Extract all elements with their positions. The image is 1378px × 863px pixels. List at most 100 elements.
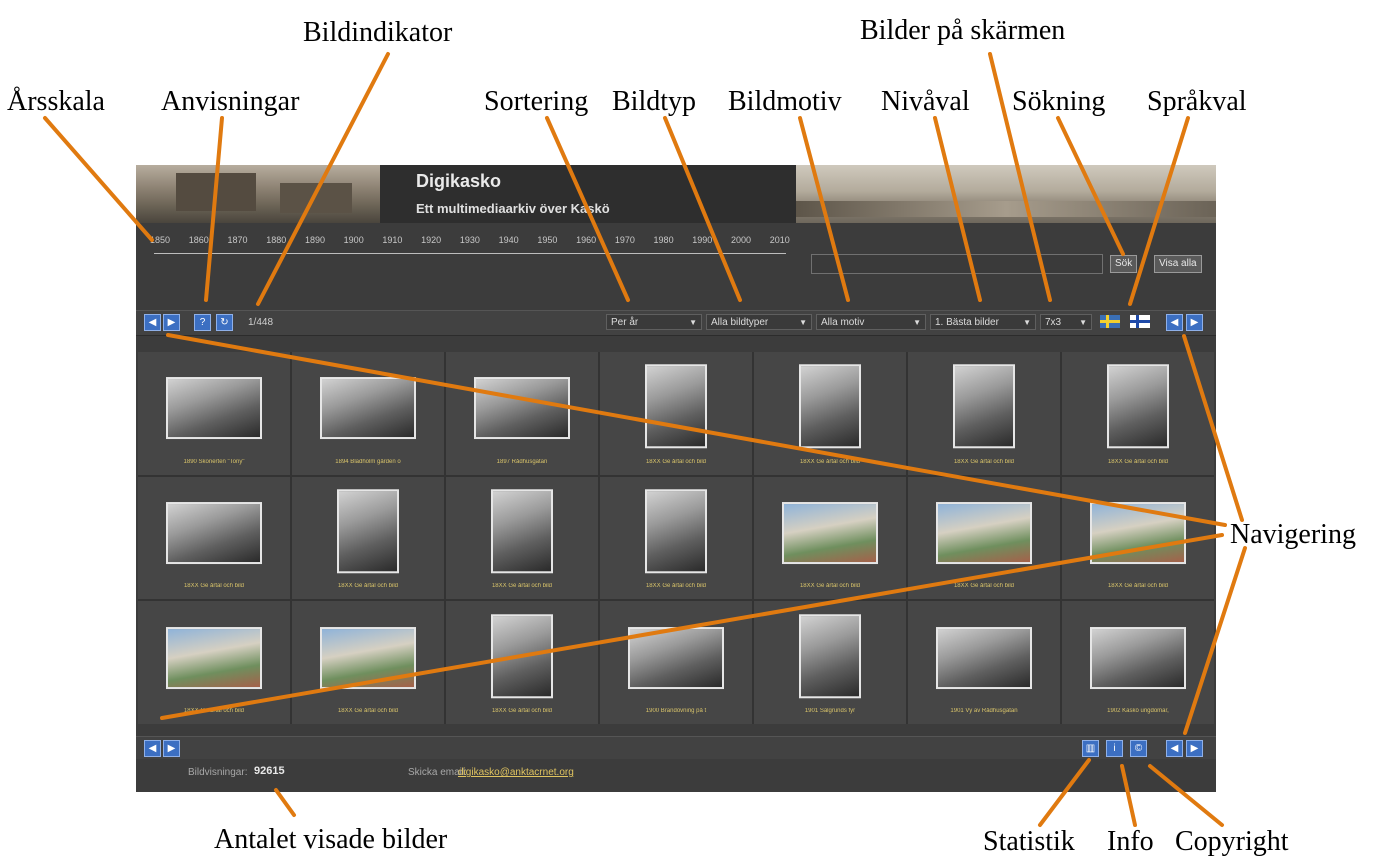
prev-arrow-icon[interactable]: ◀ — [1166, 740, 1183, 757]
thumbnail-cell[interactable]: 1894 Bladholm gården o — [292, 352, 444, 475]
thumbnail-image[interactable] — [1090, 502, 1186, 565]
year-label[interactable]: 1950 — [537, 235, 557, 245]
thumbnail-cell[interactable]: 1890 Skonerten "Tony" — [138, 352, 290, 475]
year-label[interactable]: 1880 — [266, 235, 286, 245]
year-label[interactable]: 2010 — [770, 235, 790, 245]
next-arrow-icon[interactable]: ▶ — [1186, 740, 1203, 757]
swedish-flag-icon[interactable] — [1100, 315, 1120, 328]
thumbnail-cell[interactable]: 18XX Ge årtal och bild — [292, 476, 444, 600]
thumbnail-caption: 1902 Kaskö ungdomar, — [1107, 707, 1169, 714]
chevron-down-icon: ▼ — [689, 318, 697, 327]
thumbnail-image[interactable] — [936, 626, 1032, 689]
thumbnail-image[interactable] — [166, 377, 262, 440]
thumbnail-image[interactable] — [953, 364, 1015, 449]
thumbnail-cell[interactable]: 1897 Rådhusgatan — [446, 352, 598, 475]
info-icon[interactable]: i — [1106, 740, 1123, 757]
thumbnail-image[interactable] — [1107, 364, 1169, 449]
prev-arrow-icon[interactable]: ◀ — [144, 740, 161, 757]
thumbnail-image[interactable] — [474, 377, 570, 440]
year-label[interactable]: 1930 — [460, 235, 480, 245]
thumbnail-image[interactable] — [166, 502, 262, 565]
year-label[interactable]: 1990 — [692, 235, 712, 245]
thumbnail-cell[interactable]: 18XX Ge årtal och bild — [908, 476, 1060, 600]
thumbnail-cell[interactable]: 18XX Ge årtal och bild — [446, 476, 598, 600]
thumbnail-cell[interactable]: 18XX Ge årtal och bild — [1062, 476, 1214, 600]
thumbnail-image[interactable] — [1090, 626, 1186, 689]
email-link[interactable]: digikasko@anktacrnet.org — [458, 767, 574, 778]
per-screen-select[interactable]: 7x3 ▼ — [1040, 314, 1092, 330]
year-label[interactable]: 2000 — [731, 235, 751, 245]
thumbnail-cell[interactable]: 1901 Vy av Rådhusgatan — [908, 601, 1060, 724]
year-label[interactable]: 1970 — [615, 235, 635, 245]
thumbnail-cell[interactable]: 18XX Ge årtal och bild — [446, 601, 598, 724]
thumbnail-cell[interactable]: 18XX Ge årtal och bild — [600, 352, 752, 475]
statistics-icon[interactable]: ▥ — [1082, 740, 1099, 757]
prev-arrow-icon[interactable]: ◀ — [1166, 314, 1183, 331]
thumbnail-cell[interactable]: 1901 Sälgrunds fyr — [754, 601, 906, 724]
thumbnail-image[interactable] — [337, 489, 399, 574]
year-label[interactable]: 1910 — [382, 235, 402, 245]
thumbnail-image[interactable] — [491, 613, 553, 698]
thumbnail-cell[interactable]: 18XX Ge årtal och bild — [138, 476, 290, 600]
motif-select[interactable]: Alla motiv ▼ — [816, 314, 926, 330]
year-label[interactable]: 1960 — [576, 235, 596, 245]
chevron-down-icon: ▼ — [1079, 318, 1087, 327]
thumbnail-image[interactable] — [645, 364, 707, 449]
year-label[interactable]: 1890 — [305, 235, 325, 245]
app-title: Digikasko — [416, 171, 502, 191]
thumbnail-caption: 1901 Vy av Rådhusgatan — [950, 707, 1018, 714]
year-label[interactable]: 1900 — [344, 235, 364, 245]
label-navigering: Navigering — [1230, 519, 1356, 550]
thumbnail-caption: 18XX Ge årtal och bild — [183, 707, 245, 714]
thumbnail-image[interactable] — [645, 489, 707, 574]
prev-arrow-icon[interactable]: ◀ — [144, 314, 161, 331]
thumbnail-cell[interactable]: 18XX Ge årtal och bild — [754, 352, 906, 475]
leader-antalet — [274, 788, 296, 817]
thumbnail-caption: 1894 Bladholm gården o — [335, 458, 401, 465]
label-sortering: Sortering — [484, 86, 589, 117]
year-label[interactable]: 1940 — [499, 235, 519, 245]
thumbnail-cell[interactable]: 1902 Kaskö ungdomar, — [1062, 601, 1214, 724]
thumbnail-caption: 18XX Ge årtal och bild — [953, 583, 1015, 590]
year-label[interactable]: 1860 — [189, 235, 209, 245]
year-label[interactable]: 1850 — [150, 235, 170, 245]
thumbnail-image[interactable] — [320, 626, 416, 689]
level-select[interactable]: 1. Bästa bilder ▼ — [930, 314, 1036, 330]
next-arrow-icon[interactable]: ▶ — [163, 740, 180, 757]
next-arrow-icon[interactable]: ▶ — [1186, 314, 1203, 331]
banner-photo-left — [136, 165, 380, 223]
year-label[interactable]: 1870 — [227, 235, 247, 245]
thumbnail-caption: 18XX Ge årtal och bild — [799, 583, 861, 590]
search-button[interactable]: Sök — [1110, 255, 1138, 273]
per-screen-select-value: 7x3 — [1045, 317, 1062, 328]
thumbnail-image[interactable] — [166, 626, 262, 689]
thumbnail-cell[interactable]: 18XX Ge årtal och bild — [754, 476, 906, 600]
thumbnail-cell[interactable]: 18XX Ge årtal och bild — [908, 352, 1060, 475]
copyright-icon[interactable]: © — [1130, 740, 1147, 757]
thumbnail-image[interactable] — [936, 502, 1032, 565]
year-scale[interactable]: 1850 1860 1870 1880 1890 1900 1910 1920 1930 1940… — [150, 235, 790, 257]
refresh-icon[interactable]: ↻ — [216, 314, 233, 331]
next-arrow-icon[interactable]: ▶ — [163, 314, 180, 331]
chevron-down-icon: ▼ — [913, 318, 921, 327]
thumbnail-cell[interactable]: 18XX Ge årtal och bild — [292, 601, 444, 724]
thumbnail-image[interactable] — [320, 377, 416, 440]
thumbnail-cell[interactable]: 18XX Ge årtal och bild — [138, 601, 290, 724]
type-select[interactable]: Alla bildtyper ▼ — [706, 314, 812, 330]
thumbnail-cell[interactable]: 1900 Brandövning på t — [600, 601, 752, 724]
thumbnail-image[interactable] — [799, 613, 861, 698]
thumbnail-image[interactable] — [782, 502, 878, 565]
thumbnail-image[interactable] — [628, 626, 724, 689]
sort-select[interactable]: Per år ▼ — [606, 314, 702, 330]
thumbnail-cell[interactable]: 18XX Ge årtal och bild — [1062, 352, 1214, 475]
year-label[interactable]: 1920 — [421, 235, 441, 245]
search-input[interactable] — [811, 254, 1103, 274]
thumbnail-image[interactable] — [799, 364, 861, 449]
year-label[interactable]: 1980 — [654, 235, 674, 245]
show-all-button[interactable]: Visa alla — [1154, 255, 1202, 273]
thumbnail-image[interactable] — [491, 489, 553, 574]
finnish-flag-icon[interactable] — [1130, 315, 1150, 328]
thumbnail-caption: 18XX Ge årtal och bild — [799, 458, 861, 465]
thumbnail-cell[interactable]: 18XX Ge årtal och bild — [600, 476, 752, 600]
help-icon[interactable]: ? — [194, 314, 211, 331]
